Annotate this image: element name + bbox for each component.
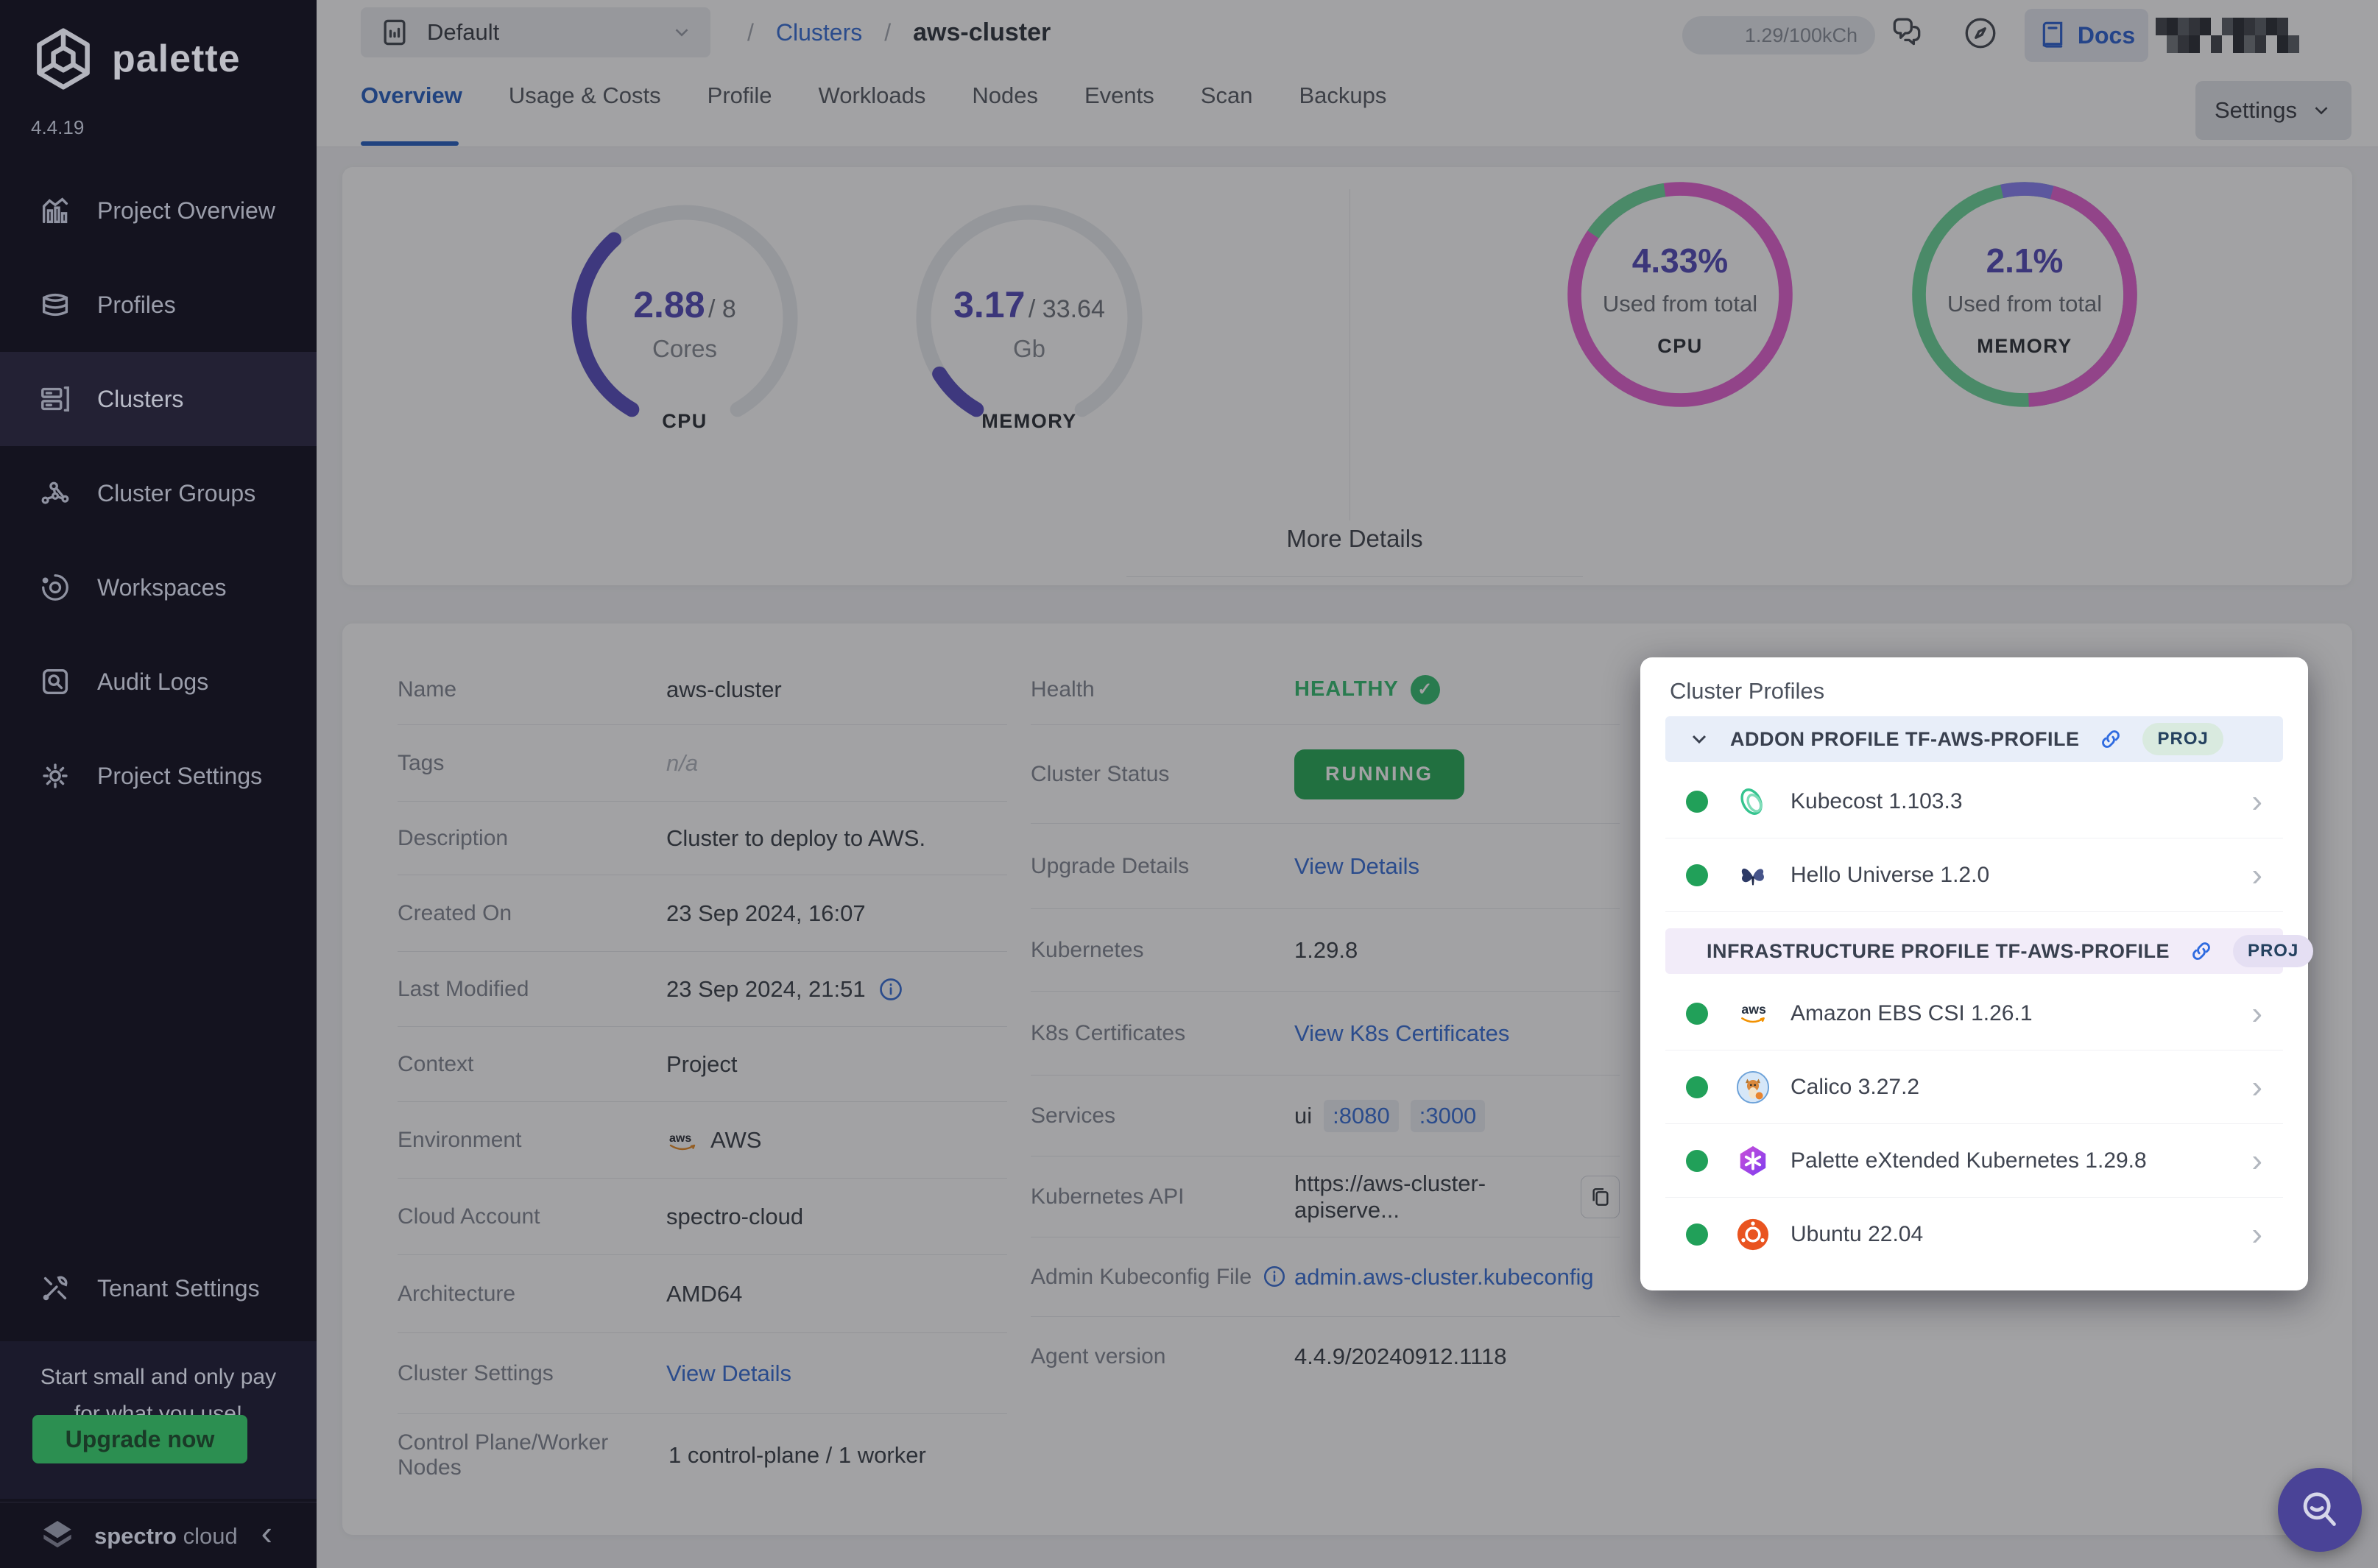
sidebar-tenant: Tenant Settings	[0, 1241, 317, 1335]
chevron-right-icon: ›	[2251, 997, 2262, 1030]
orbit-icon	[38, 571, 72, 604]
tools-icon	[38, 1271, 72, 1305]
status-dot	[1686, 1223, 1708, 1246]
cluster-profiles-panel: Cluster Profiles ADDON PROFILE TF-AWS-PR…	[1640, 657, 2308, 1290]
sidebar-item-project-settings[interactable]: Project Settings	[0, 729, 317, 823]
sidebar-item-clusters[interactable]: Clusters	[0, 352, 317, 446]
sidebar-item-tenant-settings[interactable]: Tenant Settings	[0, 1241, 317, 1335]
spectro-cloud-logo-icon	[37, 1516, 78, 1557]
app-title: palette	[112, 37, 241, 81]
sidebar-item-audit-logs[interactable]: Audit Logs	[0, 635, 317, 729]
profile-item-hello-universe[interactable]: Hello Universe 1.2.0 ›	[1665, 838, 2283, 912]
status-dot	[1686, 1076, 1708, 1098]
status-dot	[1686, 791, 1708, 813]
svg-text:aws: aws	[1741, 1002, 1766, 1017]
upgrade-promo: Start small and only pay for what you us…	[0, 1341, 317, 1499]
status-dot	[1686, 864, 1708, 886]
hello-universe-icon	[1736, 858, 1770, 892]
panel-title: Cluster Profiles	[1670, 678, 1824, 704]
audit-log-icon	[38, 665, 72, 699]
proj-scope-badge: PROJ	[2142, 723, 2223, 755]
addon-profile-header[interactable]: ADDON PROFILE TF-AWS-PROFILE PROJ	[1665, 716, 2283, 762]
layers-icon	[38, 288, 72, 322]
status-dot	[1686, 1003, 1708, 1025]
kubecost-icon	[1736, 785, 1770, 819]
aws-logo-icon: aws	[1736, 997, 1770, 1031]
search-icon	[2297, 1487, 2343, 1533]
chevron-right-icon: ›	[2251, 1071, 2262, 1103]
pxk-icon	[1736, 1144, 1770, 1178]
chevron-down-icon	[1687, 727, 1711, 751]
app-screen: palette 4.4.19 Project Overview Profiles	[0, 0, 2378, 1568]
network-icon	[38, 476, 72, 510]
bar-chart-icon	[38, 194, 72, 227]
sidebar-item-workspaces[interactable]: Workspaces	[0, 540, 317, 635]
gear-icon	[38, 759, 72, 793]
clusters-icon	[38, 382, 72, 416]
infrastructure-profile-header[interactable]: INFRASTRUCTURE PROFILE TF-AWS-PROFILE PR…	[1665, 928, 2283, 974]
palette-logo: palette	[29, 25, 241, 93]
profile-item-calico[interactable]: Calico 3.27.2 ›	[1665, 1050, 2283, 1124]
calico-icon	[1736, 1070, 1770, 1104]
search-fab-button[interactable]	[2278, 1468, 2362, 1552]
sidebar-nav: Project Overview Profiles Clusters	[0, 163, 317, 823]
chevron-right-icon: ›	[2251, 859, 2262, 891]
collapse-sidebar-icon[interactable]: ‹	[261, 1513, 272, 1553]
profile-item-ubuntu[interactable]: Ubuntu 22.04 ›	[1665, 1198, 2283, 1271]
link-icon	[2098, 727, 2123, 752]
sidebar-footer: spectro cloud ‹	[0, 1502, 317, 1568]
proj-scope-badge: PROJ	[2233, 935, 2313, 967]
chevron-right-icon: ›	[2251, 785, 2262, 818]
palette-logo-icon	[29, 25, 97, 93]
sidebar-item-profiles[interactable]: Profiles	[0, 258, 317, 352]
ubuntu-icon	[1736, 1218, 1770, 1251]
sidebar-item-cluster-groups[interactable]: Cluster Groups	[0, 446, 317, 540]
brand-name: spectro cloud	[94, 1523, 238, 1550]
status-dot	[1686, 1150, 1708, 1172]
app-version: 4.4.19	[31, 116, 84, 139]
chevron-right-icon: ›	[2251, 1218, 2262, 1251]
sidebar: palette 4.4.19 Project Overview Profiles	[0, 0, 317, 1568]
profile-item-amazon-ebs-csi[interactable]: aws Amazon EBS CSI 1.26.1 ›	[1665, 977, 2283, 1050]
upgrade-now-button[interactable]: Upgrade now	[32, 1415, 247, 1463]
profile-item-kubecost[interactable]: Kubecost 1.103.3 ›	[1665, 765, 2283, 838]
chevron-right-icon: ›	[2251, 1145, 2262, 1177]
profile-item-palette-extended-kubernetes[interactable]: Palette eXtended Kubernetes 1.29.8 ›	[1665, 1124, 2283, 1198]
sidebar-item-project-overview[interactable]: Project Overview	[0, 163, 317, 258]
link-icon	[2189, 939, 2214, 964]
